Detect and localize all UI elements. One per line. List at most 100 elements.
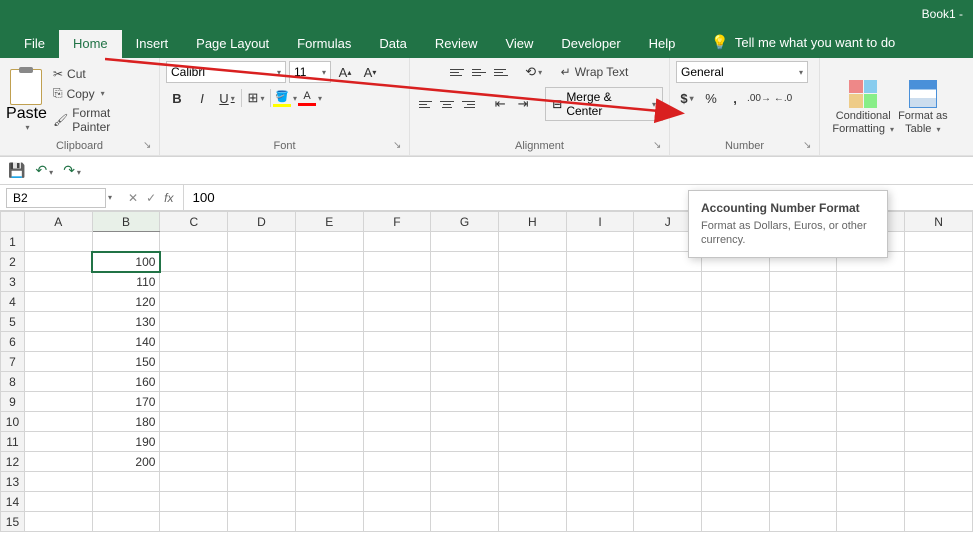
cell-M5[interactable]	[837, 312, 905, 332]
cell-M9[interactable]	[837, 392, 905, 412]
cell-E14[interactable]	[295, 492, 363, 512]
accounting-format-button[interactable]: $▾	[676, 87, 698, 109]
cell-E15[interactable]	[295, 512, 363, 532]
cell-A2[interactable]	[24, 252, 92, 272]
cell-B10[interactable]: 180	[92, 412, 160, 432]
cell-D1[interactable]	[228, 232, 296, 252]
cell-K13[interactable]	[702, 472, 770, 492]
cell-C2[interactable]	[160, 252, 228, 272]
tab-page-layout[interactable]: Page Layout	[182, 30, 283, 58]
cell-N1[interactable]	[905, 232, 973, 252]
cell-B2[interactable]: 100	[92, 252, 160, 272]
number-dialog-launcher[interactable]: ↘	[803, 140, 817, 154]
tab-review[interactable]: Review	[421, 30, 492, 58]
cell-F6[interactable]	[363, 332, 431, 352]
cell-B9[interactable]: 170	[92, 392, 160, 412]
clipboard-dialog-launcher[interactable]: ↘	[143, 140, 157, 154]
font-name-combo[interactable]: Calibri▾	[166, 61, 286, 83]
cell-D11[interactable]	[228, 432, 296, 452]
row-header-10[interactable]: 10	[1, 412, 25, 432]
cell-B1[interactable]	[92, 232, 160, 252]
cell-C13[interactable]	[160, 472, 228, 492]
cell-B14[interactable]	[92, 492, 160, 512]
col-header-D[interactable]: D	[228, 212, 296, 232]
cell-B12[interactable]: 200	[92, 452, 160, 472]
font-color-button[interactable]: A▾	[299, 87, 321, 109]
cell-A14[interactable]	[24, 492, 92, 512]
cell-K11[interactable]	[702, 432, 770, 452]
cell-H10[interactable]	[498, 412, 566, 432]
cell-L13[interactable]	[769, 472, 837, 492]
cell-D7[interactable]	[228, 352, 296, 372]
cell-H3[interactable]	[498, 272, 566, 292]
cell-H5[interactable]	[498, 312, 566, 332]
cell-D4[interactable]	[228, 292, 296, 312]
cell-G1[interactable]	[431, 232, 499, 252]
align-right-button[interactable]	[459, 94, 478, 114]
cell-J11[interactable]	[634, 432, 702, 452]
cell-D6[interactable]	[228, 332, 296, 352]
redo-button[interactable]: ↷▾	[63, 162, 81, 179]
cell-L9[interactable]	[769, 392, 837, 412]
cell-N15[interactable]	[905, 512, 973, 532]
cell-H11[interactable]	[498, 432, 566, 452]
cell-C11[interactable]	[160, 432, 228, 452]
cell-I9[interactable]	[566, 392, 634, 412]
cell-I5[interactable]	[566, 312, 634, 332]
cell-J9[interactable]	[634, 392, 702, 412]
cell-J7[interactable]	[634, 352, 702, 372]
cell-A6[interactable]	[24, 332, 92, 352]
cell-F13[interactable]	[363, 472, 431, 492]
font-size-combo[interactable]: 11▾	[289, 61, 331, 83]
col-header-A[interactable]: A	[24, 212, 92, 232]
cell-I11[interactable]	[566, 432, 634, 452]
cell-N10[interactable]	[905, 412, 973, 432]
cell-K12[interactable]	[702, 452, 770, 472]
cell-F1[interactable]	[363, 232, 431, 252]
row-header-5[interactable]: 5	[1, 312, 25, 332]
cell-A9[interactable]	[24, 392, 92, 412]
cell-M10[interactable]	[837, 412, 905, 432]
col-header-F[interactable]: F	[363, 212, 431, 232]
worksheet-grid[interactable]: ABCDEFGHIJKLMN12100311041205130614071508…	[0, 211, 973, 532]
cell-F9[interactable]	[363, 392, 431, 412]
cancel-icon[interactable]: ✕	[128, 191, 138, 205]
cell-M13[interactable]	[837, 472, 905, 492]
cell-L15[interactable]	[769, 512, 837, 532]
cell-L5[interactable]	[769, 312, 837, 332]
align-middle-button[interactable]	[469, 62, 489, 82]
cell-I1[interactable]	[566, 232, 634, 252]
cell-N14[interactable]	[905, 492, 973, 512]
cell-A3[interactable]	[24, 272, 92, 292]
cell-N5[interactable]	[905, 312, 973, 332]
tab-developer[interactable]: Developer	[547, 30, 634, 58]
cell-D8[interactable]	[228, 372, 296, 392]
select-all-corner[interactable]	[1, 212, 25, 232]
cell-I10[interactable]	[566, 412, 634, 432]
cell-L6[interactable]	[769, 332, 837, 352]
row-header-15[interactable]: 15	[1, 512, 25, 532]
align-center-button[interactable]	[437, 94, 456, 114]
row-header-9[interactable]: 9	[1, 392, 25, 412]
cell-J13[interactable]	[634, 472, 702, 492]
cell-G14[interactable]	[431, 492, 499, 512]
cell-D13[interactable]	[228, 472, 296, 492]
cell-A15[interactable]	[24, 512, 92, 532]
align-left-button[interactable]	[416, 94, 435, 114]
cell-G7[interactable]	[431, 352, 499, 372]
cell-M6[interactable]	[837, 332, 905, 352]
cell-G6[interactable]	[431, 332, 499, 352]
cell-L4[interactable]	[769, 292, 837, 312]
cell-K10[interactable]	[702, 412, 770, 432]
cell-H8[interactable]	[498, 372, 566, 392]
cell-K3[interactable]	[702, 272, 770, 292]
tab-data[interactable]: Data	[365, 30, 420, 58]
cell-C9[interactable]	[160, 392, 228, 412]
cell-E3[interactable]	[295, 272, 363, 292]
col-header-E[interactable]: E	[295, 212, 363, 232]
cell-K7[interactable]	[702, 352, 770, 372]
cell-K8[interactable]	[702, 372, 770, 392]
cell-H1[interactable]	[498, 232, 566, 252]
cell-C5[interactable]	[160, 312, 228, 332]
cell-A12[interactable]	[24, 452, 92, 472]
